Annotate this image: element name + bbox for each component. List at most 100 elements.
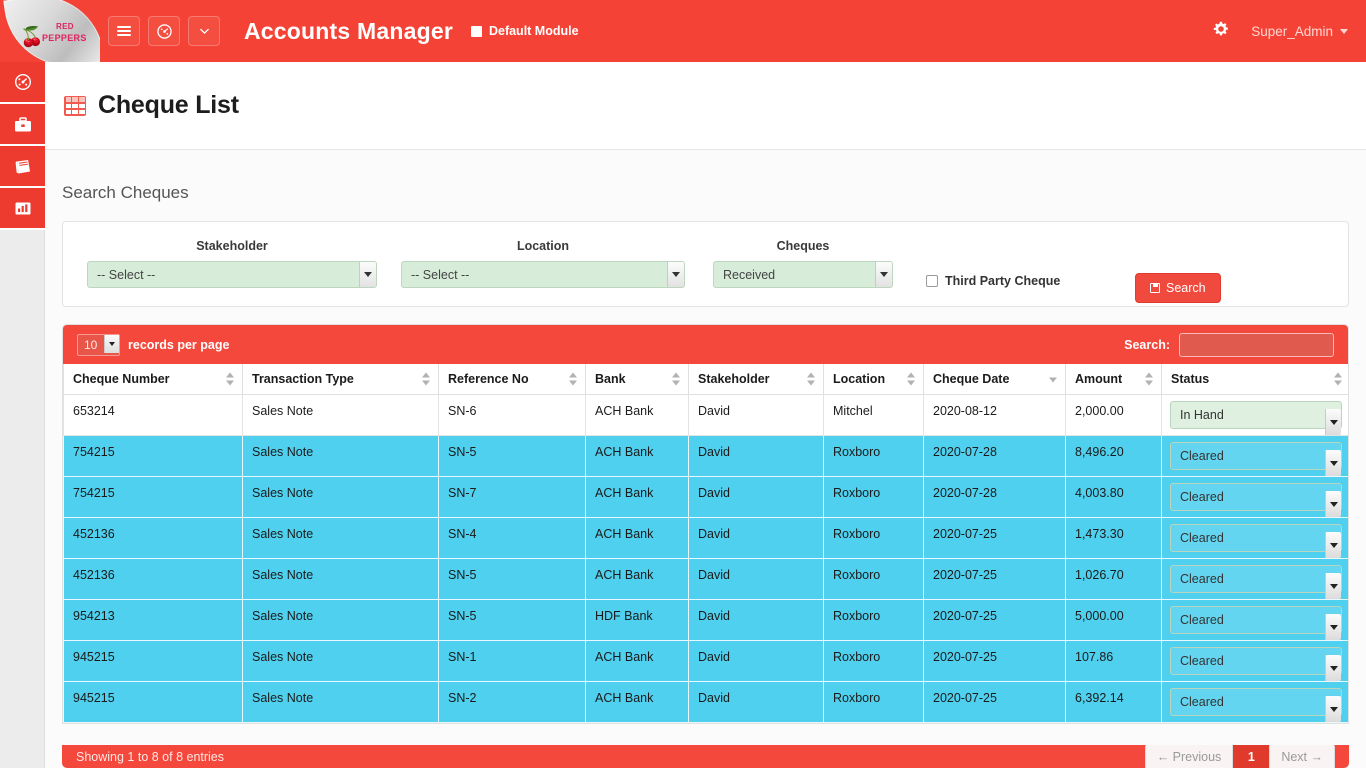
- sidebar-item-reports[interactable]: [0, 188, 45, 230]
- cell-amount: 4,003.80: [1066, 477, 1162, 518]
- cheques-select[interactable]: Received: [713, 261, 893, 288]
- col-label: Reference No: [448, 372, 529, 386]
- sidebar-item-briefcase[interactable]: [0, 104, 45, 146]
- cell-transaction-type: Sales Note: [243, 559, 439, 600]
- table-row[interactable]: 954213 Sales Note SN-5 HDF Bank David Ro…: [64, 600, 1350, 641]
- cheque-table-card: 10 records per page Search: Cheq: [62, 324, 1349, 724]
- cell-reference-no: SN-1: [439, 641, 586, 682]
- module-indicator[interactable]: Default Module: [471, 24, 579, 38]
- module-label: Default Module: [489, 24, 579, 38]
- stakeholder-select[interactable]: -- Select --: [87, 261, 377, 288]
- cell-cheque-number: 452136: [64, 559, 243, 600]
- col-amount[interactable]: Amount: [1066, 364, 1162, 395]
- cell-location: Roxboro: [824, 559, 924, 600]
- cell-status: Cleared: [1162, 477, 1350, 518]
- save-icon: [1150, 283, 1160, 293]
- table-row[interactable]: 754215 Sales Note SN-5 ACH Bank David Ro…: [64, 436, 1350, 477]
- status-select[interactable]: Cleared: [1170, 688, 1342, 716]
- cherries-icon: 🍒: [20, 28, 44, 47]
- sidebar-item-dashboard[interactable]: [0, 62, 45, 104]
- col-reference-no[interactable]: Reference No: [439, 364, 586, 395]
- table-row[interactable]: 945215 Sales Note SN-2 ACH Bank David Ro…: [64, 682, 1350, 723]
- sort-desc-icon: [1049, 373, 1057, 386]
- cell-amount: 8,496.20: [1066, 436, 1162, 477]
- col-label: Stakeholder: [698, 372, 770, 386]
- sort-icon: [226, 373, 234, 386]
- col-label: Status: [1171, 372, 1209, 386]
- col-transaction-type[interactable]: Transaction Type: [243, 364, 439, 395]
- cell-status: In Hand: [1162, 395, 1350, 436]
- page-header: Cheque List: [45, 62, 1366, 150]
- status-select[interactable]: Cleared: [1170, 647, 1342, 675]
- page-length-select[interactable]: 10: [77, 334, 120, 356]
- table-header-row: Cheque Number Transaction Type Reference…: [64, 364, 1350, 395]
- pagination-previous[interactable]: ← Previous: [1145, 745, 1234, 768]
- logo-text: 🍒 RED PEPPERS: [16, 16, 96, 50]
- nav-more-button[interactable]: [188, 16, 220, 46]
- location-label: Location: [401, 239, 685, 253]
- status-select[interactable]: Cleared: [1170, 524, 1342, 552]
- status-select[interactable]: Cleared: [1170, 565, 1342, 593]
- sort-icon: [907, 373, 915, 386]
- table-row[interactable]: 452136 Sales Note SN-5 ACH Bank David Ro…: [64, 559, 1350, 600]
- location-field-group: Location -- Select --: [401, 239, 685, 288]
- col-status[interactable]: Status: [1162, 364, 1350, 395]
- search-button[interactable]: Search: [1135, 273, 1221, 303]
- table-row[interactable]: 653214 Sales Note SN-6 ACH Bank David Mi…: [64, 395, 1350, 436]
- pagination-page-1[interactable]: 1: [1233, 745, 1269, 768]
- sidebar-toggle-button[interactable]: [108, 16, 140, 46]
- cell-stakeholder: David: [689, 600, 824, 641]
- sort-icon: [672, 373, 680, 386]
- table-row[interactable]: 452136 Sales Note SN-4 ACH Bank David Ro…: [64, 518, 1350, 559]
- cell-bank: ACH Bank: [586, 518, 689, 559]
- col-label: Location: [833, 372, 885, 386]
- cell-bank: ACH Bank: [586, 477, 689, 518]
- cell-stakeholder: David: [689, 641, 824, 682]
- third-party-cheque-checkbox[interactable]: [926, 275, 938, 287]
- cell-amount: 5,000.00: [1066, 600, 1162, 641]
- cell-transaction-type: Sales Note: [243, 518, 439, 559]
- cheques-field-group: Cheques Received: [713, 239, 893, 288]
- cell-cheque-date: 2020-07-25: [924, 682, 1066, 723]
- dashboard-shortcut-button[interactable]: [148, 16, 180, 46]
- sidebar-item-book[interactable]: [0, 146, 45, 188]
- cell-reference-no: SN-2: [439, 682, 586, 723]
- third-party-cheque-group[interactable]: Third Party Cheque: [926, 274, 1060, 288]
- user-menu[interactable]: Super_Admin: [1251, 24, 1348, 39]
- col-cheque-number[interactable]: Cheque Number: [64, 364, 243, 395]
- logo-line1: RED: [56, 22, 74, 32]
- table-search-group: Search:: [1124, 333, 1334, 357]
- third-party-cheque-label: Third Party Cheque: [945, 274, 1060, 288]
- table-row[interactable]: 754215 Sales Note SN-7 ACH Bank David Ro…: [64, 477, 1350, 518]
- cell-bank: ACH Bank: [586, 682, 689, 723]
- app-title: Accounts Manager: [244, 18, 453, 45]
- settings-button[interactable]: [1213, 21, 1229, 41]
- cell-stakeholder: David: [689, 436, 824, 477]
- left-sidebar: [0, 62, 45, 768]
- bar-chart-icon: [13, 199, 33, 218]
- table-toolbar: 10 records per page Search:: [63, 325, 1348, 364]
- table-search-input[interactable]: [1179, 333, 1334, 357]
- table-search-label: Search:: [1124, 338, 1170, 352]
- col-label: Amount: [1075, 372, 1122, 386]
- cell-amount: 1,473.30: [1066, 518, 1162, 559]
- status-select[interactable]: Cleared: [1170, 483, 1342, 511]
- location-select[interactable]: -- Select --: [401, 261, 685, 288]
- cell-status: Cleared: [1162, 559, 1350, 600]
- col-cheque-date[interactable]: Cheque Date: [924, 364, 1066, 395]
- status-select[interactable]: In Hand: [1170, 401, 1342, 429]
- col-bank[interactable]: Bank: [586, 364, 689, 395]
- table-row[interactable]: 945215 Sales Note SN-1 ACH Bank David Ro…: [64, 641, 1350, 682]
- cell-reference-no: SN-7: [439, 477, 586, 518]
- page-length-group: 10 records per page: [77, 334, 229, 356]
- cell-bank: HDF Bank: [586, 600, 689, 641]
- status-select[interactable]: Cleared: [1170, 606, 1342, 634]
- col-location[interactable]: Location: [824, 364, 924, 395]
- pagination: ← Previous 1 Next →: [1145, 745, 1335, 768]
- status-select[interactable]: Cleared: [1170, 442, 1342, 470]
- col-stakeholder[interactable]: Stakeholder: [689, 364, 824, 395]
- pagination-next[interactable]: Next →: [1269, 745, 1335, 768]
- app-logo[interactable]: 🍒 RED PEPPERS: [0, 0, 100, 62]
- cell-bank: ACH Bank: [586, 641, 689, 682]
- cell-cheque-date: 2020-07-25: [924, 600, 1066, 641]
